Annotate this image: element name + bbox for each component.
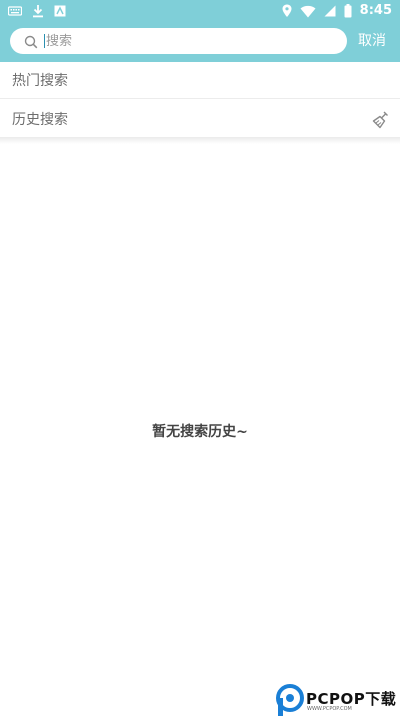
section-divider-shadow: [0, 138, 400, 144]
keyboard-icon: [8, 5, 22, 17]
watermark-subtext: WWW.PCPOP.COM: [307, 706, 352, 712]
status-bar: 8:45: [0, 0, 400, 22]
pcpop-logo-icon: [276, 684, 304, 716]
history-search-title: 历史搜索: [12, 112, 68, 128]
text-caret: [44, 34, 45, 48]
location-icon: [282, 4, 292, 18]
search-input[interactable]: [46, 31, 296, 51]
clear-history-button[interactable]: [371, 110, 391, 130]
download-icon: [32, 4, 44, 18]
search-icon: [24, 34, 38, 49]
wifi-icon: [300, 5, 316, 18]
battery-icon: [344, 4, 352, 18]
status-right: 8:45: [282, 3, 392, 19]
hot-search-title: 热门搜索: [12, 73, 68, 89]
status-left: [8, 3, 66, 19]
search-row: 取消: [0, 28, 400, 56]
header: 8:45 取消: [0, 0, 400, 62]
hot-search-section: 热门搜索: [0, 63, 400, 99]
cancel-button[interactable]: 取消: [358, 30, 386, 52]
status-time: 8:45: [359, 3, 392, 18]
app-icon: [54, 5, 66, 17]
broom-icon: [372, 111, 388, 129]
app-screen: 8:45 取消 热门搜索 历史搜索 暂: [0, 0, 400, 720]
watermark-logo: PCPOP下载 WWW.PCPOP.COM: [276, 684, 400, 720]
signal-icon: [324, 5, 336, 17]
empty-history-message: 暂无搜索历史~: [152, 424, 248, 440]
search-box[interactable]: [10, 28, 347, 54]
history-search-section: 历史搜索: [0, 102, 400, 138]
